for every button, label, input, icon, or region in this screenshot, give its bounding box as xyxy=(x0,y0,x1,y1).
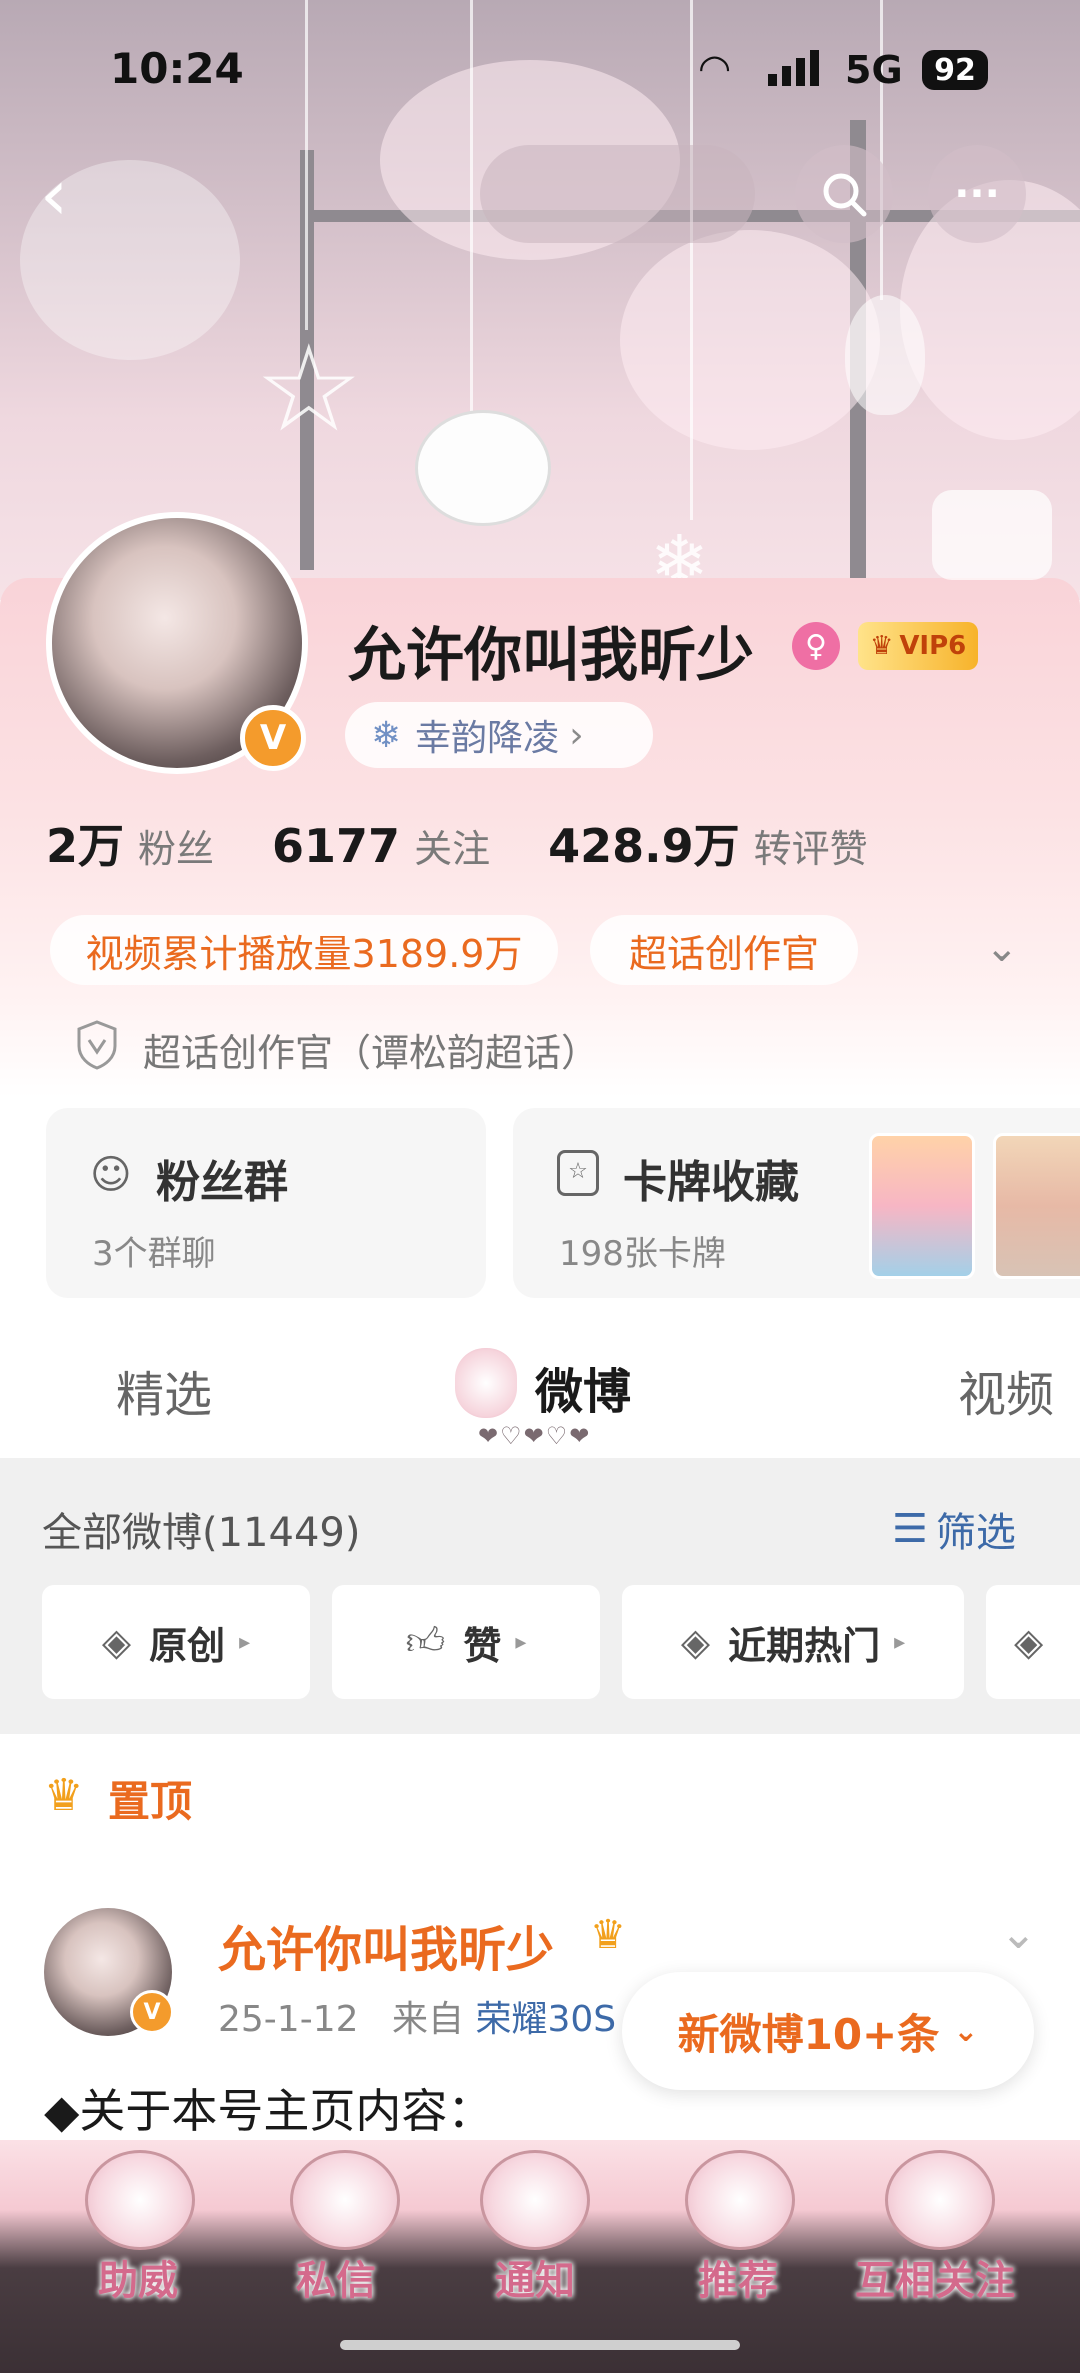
nav-recommend[interactable]: 推荐 xyxy=(698,2248,778,2306)
new-posts-toast[interactable]: 新微博10+条 ⌄ xyxy=(622,1972,1034,2090)
fans-group-subtitle: 3个群聊 xyxy=(92,1234,216,1274)
card-thumbnail[interactable] xyxy=(869,1133,975,1279)
battery-indicator: 92 xyxy=(922,50,988,90)
search-icon[interactable] xyxy=(795,145,893,243)
tab-weibo[interactable]: 微博 xyxy=(535,1352,631,1422)
layers-icon: ◈ xyxy=(1014,1620,1044,1664)
post-date: 25-1-12 xyxy=(218,1999,359,2040)
thumbs-up-icon: 👍︎ xyxy=(405,1619,446,1663)
filter-original-label: 原创 xyxy=(149,1623,226,1668)
nav-cheer[interactable]: 助威 xyxy=(98,2248,178,2306)
bow-bunny-icon xyxy=(455,1348,517,1418)
filter-liked[interactable]: 👍︎ 赞 ▸ xyxy=(332,1585,600,1699)
post-source-prefix: 来自 xyxy=(391,1999,464,2040)
pinned-label: 置顶 xyxy=(108,1777,193,1826)
signal-icon xyxy=(768,50,828,86)
chevron-down-icon[interactable]: ⌄ xyxy=(985,925,1019,971)
card-thumbnail[interactable] xyxy=(993,1133,1080,1279)
people-icon: ☺ xyxy=(90,1152,132,1198)
card-star-icon: ☆ xyxy=(557,1150,599,1196)
heart-bow-icon xyxy=(85,2150,195,2250)
fans-group-card[interactable]: ☺ 粉丝群 3个群聊 xyxy=(46,1108,486,1298)
sheep-icon xyxy=(885,2150,995,2250)
card-collection-card[interactable]: ☆ 卡牌收藏 198张卡牌 xyxy=(513,1108,1080,1298)
post-source[interactable]: 荣耀30S xyxy=(475,1999,616,2040)
likes-label: 转评赞 xyxy=(753,827,868,871)
panda-icon xyxy=(480,2150,590,2250)
post-author[interactable]: 允许你叫我昕少 xyxy=(218,1910,554,1980)
vip-badge: ♛ VIP6 xyxy=(858,622,979,670)
verified-badge-icon: V xyxy=(130,1990,174,2034)
profile-name: 允许你叫我昕少 xyxy=(348,621,755,689)
vip-level: VIP6 xyxy=(899,631,967,661)
wifi-icon: ◠ xyxy=(700,46,730,90)
following-count[interactable]: 6177 xyxy=(272,819,400,873)
fans-group-title: 粉丝群 xyxy=(156,1157,288,1208)
filter-icon: ☰ xyxy=(892,1506,928,1552)
triangle-right-icon: ▸ xyxy=(515,1629,527,1655)
nav-mutual-follow[interactable]: 互相关注 xyxy=(855,2248,1015,2306)
shield-v-icon xyxy=(75,1020,119,1070)
stats-row: 2万 粉丝 6177 关注 428.9万 转评赞 xyxy=(46,810,868,876)
all-weibo-count[interactable]: 全部微博(11449) xyxy=(42,1500,360,1558)
likes-count: 428.9万 xyxy=(548,819,740,873)
bunny-heart-icon xyxy=(685,2150,795,2250)
triangle-right-icon: ▸ xyxy=(239,1629,251,1655)
verified-badge-icon: V xyxy=(240,705,306,771)
creator-badge[interactable]: 超话创作官 xyxy=(590,915,858,985)
hearts-indicator-icon: ❤♡❤♡❤ xyxy=(478,1422,592,1450)
filter-button[interactable]: ☰ 筛选 xyxy=(892,1500,1016,1558)
layers-icon: ◈ xyxy=(101,1620,132,1664)
fans-label[interactable]: 粉丝 xyxy=(138,818,214,873)
tab-featured[interactable]: 精选 xyxy=(116,1355,212,1425)
gift-decoration-icon xyxy=(932,490,1052,580)
card-collection-subtitle: 198张卡牌 xyxy=(559,1234,726,1274)
post-meta: 25-1-12 来自 荣耀30S xyxy=(218,1990,616,2042)
home-indicator[interactable] xyxy=(340,2340,740,2350)
kitty-ornament-icon xyxy=(415,410,551,526)
more-icon[interactable]: ··· xyxy=(928,145,1026,243)
post-text[interactable]: ◆关于本号主页内容： xyxy=(44,2075,493,2141)
fans-count[interactable]: 2万 xyxy=(46,810,124,876)
role-text: 超话创作官（谭松韵超话） xyxy=(143,1031,600,1075)
profile-nickname-pill[interactable] xyxy=(480,145,755,243)
gender-female-icon: ♀ xyxy=(792,622,840,670)
following-label[interactable]: 关注 xyxy=(414,818,490,873)
nav-messages[interactable]: 私信 xyxy=(296,2248,376,2306)
triangle-right-icon: ▸ xyxy=(894,1629,906,1655)
layers-icon: ◈ xyxy=(680,1620,711,1664)
nav-notifications[interactable]: 通知 xyxy=(495,2248,575,2306)
tab-video[interactable]: 视频 xyxy=(958,1355,1054,1425)
filter-hot[interactable]: ◈ 近期热门 ▸ xyxy=(622,1585,964,1699)
crystal-ornament-icon xyxy=(845,295,925,415)
video-plays-badge[interactable]: 视频累计播放量3189.9万 xyxy=(50,915,558,985)
network-type: 5G xyxy=(845,48,903,92)
status-time: 10:24 xyxy=(110,44,244,93)
group-tag-chip[interactable]: ❄ 幸韵降凌 › xyxy=(345,702,653,768)
filter-more[interactable]: ◈ xyxy=(986,1585,1080,1699)
bunny-icon xyxy=(290,2150,400,2250)
star-ornament-icon: ☆ xyxy=(255,320,363,459)
crown-icon: ♛ xyxy=(44,1770,84,1821)
filter-liked-label: 赞 xyxy=(463,1623,502,1668)
double-chevron-down-icon: ⌄ xyxy=(953,2013,979,2049)
crown-icon: ♛ xyxy=(870,631,894,661)
group-tag-label: 幸韵降凌 xyxy=(415,718,560,759)
chevron-right-icon: › xyxy=(569,714,584,756)
filter-button-label: 筛选 xyxy=(935,1510,1016,1556)
snowflake-icon: ❄ xyxy=(371,714,402,756)
new-posts-label: 新微博10+条 xyxy=(677,2009,940,2059)
card-collection-title: 卡牌收藏 xyxy=(623,1157,799,1208)
post-menu-chevron-icon[interactable]: ⌄ xyxy=(1000,1908,1037,1959)
filter-hot-label: 近期热门 xyxy=(728,1623,881,1668)
back-icon[interactable]: ‹ xyxy=(40,155,100,235)
filter-original[interactable]: ◈ 原创 ▸ xyxy=(42,1585,310,1699)
crown-icon: ♛ xyxy=(590,1912,626,1958)
